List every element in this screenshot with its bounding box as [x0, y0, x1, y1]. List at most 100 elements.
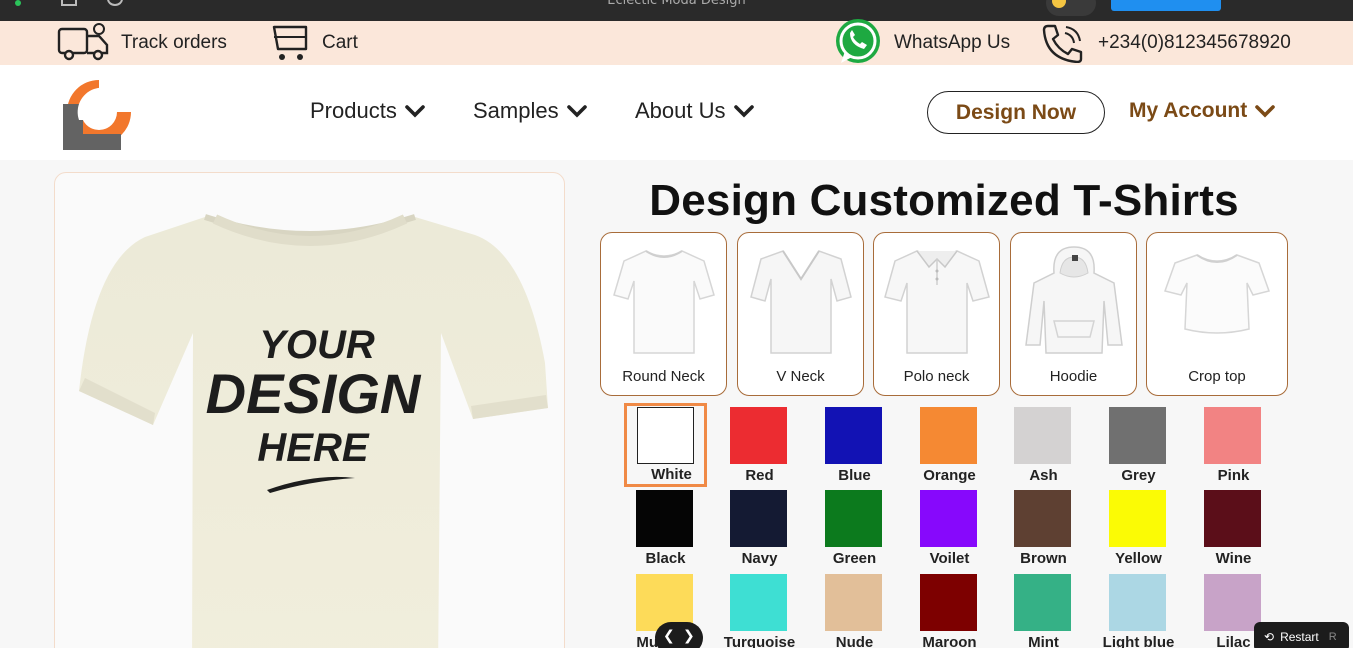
nav-samples[interactable]: Samples — [473, 93, 587, 129]
nav-samples-label: Samples — [473, 98, 559, 123]
phone-number: +234(0)812345678920 — [1098, 32, 1291, 53]
style-round-neck[interactable]: Round Neck — [600, 232, 727, 396]
color-swatch-brown[interactable]: Brown — [996, 490, 1091, 572]
slide-nav-control[interactable]: ❮ ❯ — [655, 622, 703, 648]
delivery-truck-icon — [57, 23, 109, 61]
nav-products[interactable]: Products — [310, 93, 425, 129]
page-root: { "window": {"title": "Eclectic Moda Des… — [0, 0, 1353, 648]
color-swatch-navy[interactable]: Navy — [712, 490, 807, 572]
brand-logo[interactable] — [61, 74, 137, 150]
color-name: White — [651, 466, 692, 483]
color-swatch-turquoise[interactable]: Turquoise — [712, 574, 807, 648]
color-chip — [730, 490, 787, 547]
my-account-label: My Account — [1129, 99, 1248, 122]
style-hoodie[interactable]: Hoodie — [1010, 232, 1137, 396]
color-name: Light blue — [1102, 634, 1175, 648]
color-name: Blue — [838, 467, 871, 484]
style-v-neck[interactable]: V Neck — [737, 232, 864, 396]
avatar-icon — [1052, 0, 1066, 8]
color-chip — [1204, 407, 1261, 464]
color-name: Turquoise — [723, 634, 796, 648]
color-chip — [920, 490, 977, 547]
color-chip — [825, 407, 882, 464]
color-swatch-blue[interactable]: Blue — [807, 407, 902, 489]
crop-top-icon — [1164, 254, 1270, 334]
restart-shortcut: R — [1328, 631, 1337, 643]
my-account-menu[interactable]: My Account — [1129, 93, 1276, 129]
color-name: Green — [832, 550, 877, 567]
color-chip — [637, 407, 694, 464]
restart-label: Restart — [1280, 630, 1319, 644]
design-placeholder-line1: YOUR — [259, 323, 375, 367]
color-swatch-green[interactable]: Green — [807, 490, 902, 572]
color-swatch-light-blue[interactable]: Light blue — [1091, 574, 1186, 648]
color-chip — [1109, 490, 1166, 547]
style-label: Round Neck — [622, 368, 705, 385]
profile-pill[interactable] — [1046, 0, 1096, 16]
color-name: Pink — [1217, 467, 1250, 484]
color-swatch-yellow[interactable]: Yellow — [1091, 490, 1186, 572]
top-info-bar: Track orders Cart WhatsApp Us +234(0)812… — [0, 19, 1353, 65]
color-name: Brown — [1020, 550, 1067, 567]
restart-icon: ⟲ — [1264, 630, 1275, 644]
style-crop-top[interactable]: Crop top — [1146, 232, 1288, 396]
restart-button[interactable]: ⟲ Restart R — [1254, 622, 1349, 648]
round-neck-tshirt-icon — [612, 250, 715, 354]
color-chip — [1014, 407, 1071, 464]
color-swatch-maroon[interactable]: Maroon — [902, 574, 997, 648]
color-chip — [920, 574, 977, 631]
v-neck-tshirt-icon — [749, 250, 852, 354]
tshirt-preview[interactable]: YOUR DESIGN HERE — [54, 172, 565, 648]
track-orders-link[interactable]: Track orders — [57, 21, 227, 65]
color-name: Red — [745, 467, 774, 484]
primary-toolbar-button[interactable] — [1111, 0, 1221, 11]
nav-products-label: Products — [310, 98, 397, 123]
color-swatch-red[interactable]: Red — [712, 407, 807, 489]
whatsapp-icon — [836, 19, 880, 63]
color-name: Black — [645, 550, 686, 567]
design-placeholder-line3: HERE — [257, 426, 369, 470]
design-placeholder-line2: DESIGN — [206, 362, 422, 425]
chevron-down-icon — [566, 105, 587, 118]
color-swatch-voilet[interactable]: Voilet — [902, 490, 997, 572]
phone-icon — [1042, 24, 1083, 63]
color-swatch-pink[interactable]: Pink — [1186, 407, 1281, 489]
color-chip — [825, 490, 882, 547]
cart-link[interactable]: Cart — [270, 21, 358, 65]
chevron-left-icon[interactable]: ❮ — [663, 628, 675, 644]
color-swatch-nude[interactable]: Nude — [807, 574, 902, 648]
color-chip — [636, 490, 693, 547]
color-swatch-ash[interactable]: Ash — [996, 407, 1091, 489]
color-chip — [730, 574, 787, 631]
color-chip — [1014, 574, 1071, 631]
color-swatch-orange[interactable]: Orange — [902, 407, 997, 489]
color-name: Wine — [1215, 550, 1252, 567]
whatsapp-link[interactable]: WhatsApp Us — [832, 19, 1010, 65]
color-chip — [920, 407, 977, 464]
phone-link[interactable]: +234(0)812345678920 — [1040, 21, 1291, 65]
color-chip — [730, 407, 787, 464]
color-name: Nude — [835, 634, 874, 648]
cart-label: Cart — [322, 32, 358, 53]
chevron-right-icon[interactable]: ❯ — [683, 628, 695, 644]
color-swatch-wine[interactable]: Wine — [1186, 490, 1281, 572]
nav-about-us[interactable]: About Us — [635, 93, 754, 129]
color-swatch-white[interactable]: White — [624, 403, 707, 487]
nav-about-label: About Us — [635, 98, 726, 123]
color-swatch-black[interactable]: Black — [618, 490, 713, 572]
design-now-button[interactable]: Design Now — [927, 91, 1105, 134]
style-label: Crop top — [1188, 368, 1246, 385]
polo-shirt-icon — [883, 250, 990, 354]
color-chip — [1204, 574, 1261, 631]
color-name: Navy — [741, 550, 778, 567]
color-chip — [825, 574, 882, 631]
chevron-down-icon — [733, 105, 754, 118]
color-swatch-grey[interactable]: Grey — [1091, 407, 1186, 489]
style-polo-neck[interactable]: Polo neck — [873, 232, 1000, 396]
chevron-down-icon — [405, 105, 425, 118]
color-name: Ash — [1029, 467, 1058, 484]
color-name: Mint — [1028, 634, 1059, 648]
color-swatch-mint[interactable]: Mint — [996, 574, 1091, 648]
style-label: Hoodie — [1049, 368, 1098, 385]
chevron-down-icon — [1255, 105, 1276, 118]
